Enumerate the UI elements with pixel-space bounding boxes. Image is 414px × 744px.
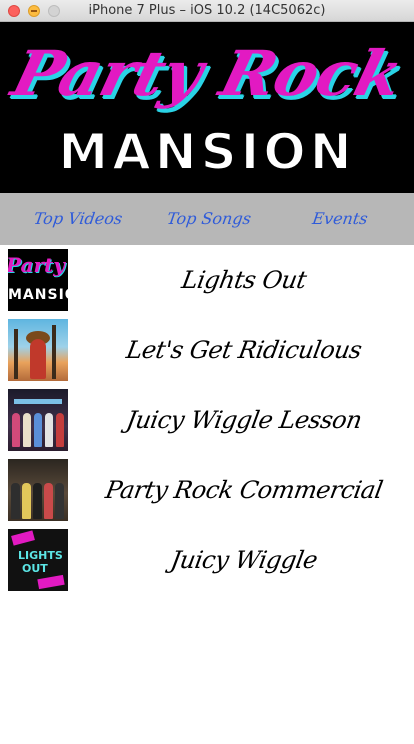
lights-out-poster-thumbnail: LIGHTS OUT — [8, 529, 68, 591]
video-row-lights-out[interactable]: Party Rock MANSION Lights Out — [0, 245, 414, 315]
tab-top-videos[interactable]: Top Videos — [19, 193, 136, 245]
party-rock-mansion-thumbnail: Party Rock MANSION — [8, 249, 68, 311]
thumb-logo-bottom: MANSION — [8, 287, 68, 303]
thumb-out-text: OUT — [22, 562, 48, 575]
video-title: Juicy Wiggle — [168, 546, 320, 574]
dancers-thumbnail — [8, 389, 68, 451]
window-title-bar: iPhone 7 Plus – iOS 10.2 (14C5062c) — [0, 0, 414, 22]
video-title: Juicy Wiggle Lesson — [124, 406, 364, 434]
video-row-juicy-wiggle[interactable]: LIGHTS OUT Juicy Wiggle — [0, 525, 414, 595]
tab-events[interactable]: Events — [281, 193, 398, 245]
video-title: Let's Get Ridiculous — [124, 336, 364, 364]
video-row-party-rock-commercial[interactable]: Party Rock Commercial — [0, 455, 414, 525]
video-title: Lights Out — [179, 266, 309, 294]
thumb-lights-text: LIGHTS — [18, 549, 63, 562]
tab-top-songs[interactable]: Top Songs — [150, 193, 267, 245]
crowd-dancing-thumbnail — [8, 459, 68, 521]
beach-palm-thumbnail — [8, 319, 68, 381]
video-title: Party Rock Commercial — [103, 476, 385, 504]
logo-mansion: MANSION — [57, 122, 356, 182]
window-title: iPhone 7 Plus – iOS 10.2 (14C5062c) — [88, 3, 326, 18]
nav-bar: Top Videos Top Songs Events — [0, 193, 414, 245]
thumb-logo-top: Party Rock — [8, 253, 68, 277]
video-row-lets-get-ridiculous[interactable]: Let's Get Ridiculous — [0, 315, 414, 385]
header-banner: Party Rock MANSION — [0, 22, 414, 193]
logo-party-rock: Party Rock — [5, 37, 410, 110]
video-row-juicy-wiggle-lesson[interactable]: Juicy Wiggle Lesson — [0, 385, 414, 455]
